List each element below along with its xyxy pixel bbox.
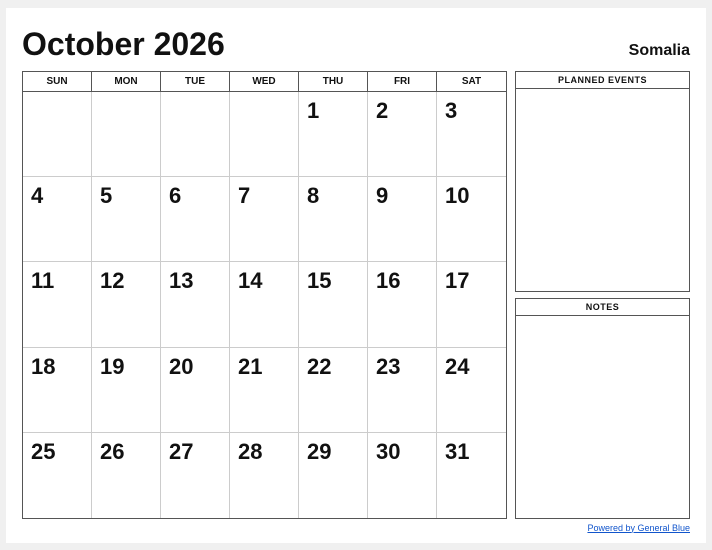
- page-title: October 2026: [22, 26, 225, 63]
- calendar-header: SUNMONTUEWEDTHUFRISAT: [23, 72, 506, 92]
- planned-events-box: PLANNED EVENTS: [515, 71, 690, 292]
- day-13: 13: [161, 262, 230, 346]
- day-31: 31: [437, 433, 506, 517]
- day-8: 8: [299, 177, 368, 261]
- planned-events-content: [516, 89, 689, 291]
- day-20: 20: [161, 348, 230, 432]
- day-12: 12: [92, 262, 161, 346]
- day-22: 22: [299, 348, 368, 432]
- day-of-week-mon: MON: [92, 72, 161, 91]
- empty-day: 0: [23, 92, 92, 176]
- day-4: 4: [23, 177, 92, 261]
- powered-by-link[interactable]: Powered by General Blue: [587, 523, 690, 533]
- notes-content: [516, 316, 689, 518]
- day-of-week-sun: SUN: [23, 72, 92, 91]
- day-23: 23: [368, 348, 437, 432]
- day-10: 10: [437, 177, 506, 261]
- day-3: 3: [437, 92, 506, 176]
- notes-box: NOTES: [515, 298, 690, 519]
- day-30: 30: [368, 433, 437, 517]
- day-16: 16: [368, 262, 437, 346]
- calendar: SUNMONTUEWEDTHUFRISAT 000012345678910111…: [22, 71, 507, 519]
- day-5: 5: [92, 177, 161, 261]
- day-1: 1: [299, 92, 368, 176]
- day-9: 9: [368, 177, 437, 261]
- day-15: 15: [299, 262, 368, 346]
- calendar-week-5: 25262728293031: [23, 433, 506, 517]
- planned-events-title: PLANNED EVENTS: [516, 72, 689, 89]
- day-18: 18: [23, 348, 92, 432]
- day-of-week-thu: THU: [299, 72, 368, 91]
- day-7: 7: [230, 177, 299, 261]
- day-14: 14: [230, 262, 299, 346]
- notes-title: NOTES: [516, 299, 689, 316]
- calendar-week-3: 11121314151617: [23, 262, 506, 347]
- main-content: SUNMONTUEWEDTHUFRISAT 000012345678910111…: [22, 71, 690, 519]
- day-17: 17: [437, 262, 506, 346]
- day-27: 27: [161, 433, 230, 517]
- sidebar: PLANNED EVENTS NOTES: [515, 71, 690, 519]
- day-of-week-sat: SAT: [437, 72, 506, 91]
- empty-day: 0: [230, 92, 299, 176]
- calendar-week-2: 45678910: [23, 177, 506, 262]
- day-of-week-tue: TUE: [161, 72, 230, 91]
- calendar-week-1: 0000123: [23, 92, 506, 177]
- footer: Powered by General Blue: [22, 523, 690, 533]
- day-of-week-wed: WED: [230, 72, 299, 91]
- empty-day: 0: [161, 92, 230, 176]
- calendar-week-4: 18192021222324: [23, 348, 506, 433]
- empty-day: 0: [92, 92, 161, 176]
- day-11: 11: [23, 262, 92, 346]
- day-29: 29: [299, 433, 368, 517]
- day-of-week-fri: FRI: [368, 72, 437, 91]
- day-6: 6: [161, 177, 230, 261]
- calendar-page: October 2026 Somalia SUNMONTUEWEDTHUFRIS…: [6, 8, 706, 543]
- header: October 2026 Somalia: [22, 26, 690, 63]
- day-21: 21: [230, 348, 299, 432]
- day-24: 24: [437, 348, 506, 432]
- day-19: 19: [92, 348, 161, 432]
- country-label: Somalia: [629, 42, 690, 60]
- calendar-body: 0000123456789101112131415161718192021222…: [23, 92, 506, 518]
- day-26: 26: [92, 433, 161, 517]
- day-2: 2: [368, 92, 437, 176]
- day-25: 25: [23, 433, 92, 517]
- day-28: 28: [230, 433, 299, 517]
